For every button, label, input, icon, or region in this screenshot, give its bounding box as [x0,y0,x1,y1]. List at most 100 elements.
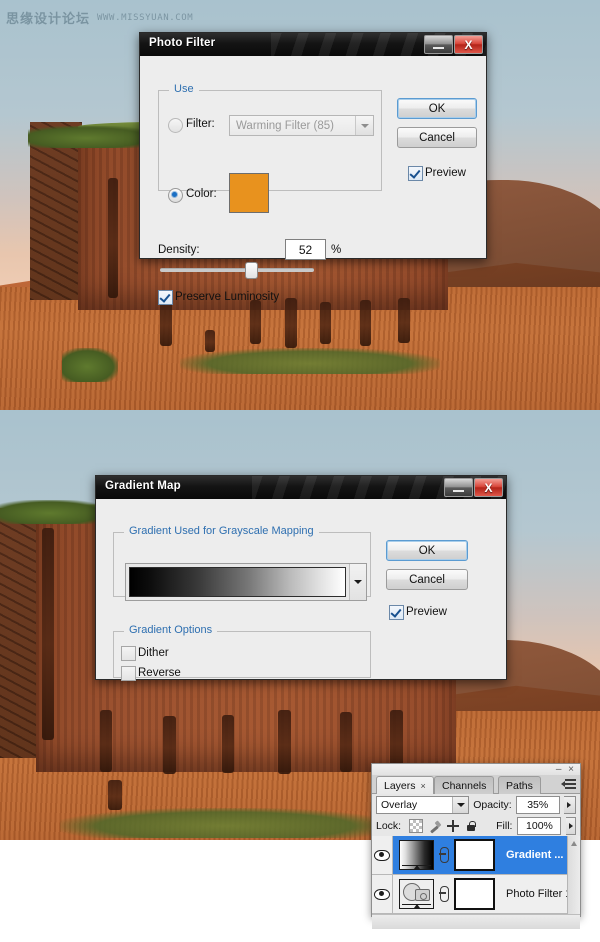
tab-paths[interactable]: Paths [498,776,541,794]
opacity-value: 35% [527,798,549,811]
chevron-down-icon[interactable] [452,796,469,813]
carved-letter [360,300,371,346]
photo-filter-titlebar[interactable]: Photo Filter X [140,33,486,56]
panel-menu-icon[interactable] [561,777,577,791]
fill-stepper[interactable] [566,816,576,835]
layer-visibility-toggle[interactable] [372,836,393,874]
lock-transparency-icon[interactable] [409,818,424,833]
lock-all-icon[interactable] [465,820,477,832]
window-buttons: X [424,35,483,54]
tab-layers[interactable]: Layers × [376,776,434,794]
photo-filter-dialog: Photo Filter X Use Filter: Warming Filte… [139,32,487,305]
carved-letter [250,300,261,344]
carved-letter [108,780,122,810]
carved-letter [108,178,118,298]
gradient-map-titlebar[interactable]: Gradient Map X [96,476,506,499]
density-slider-track[interactable] [160,268,314,272]
opacity-input[interactable]: 35% [515,795,560,814]
carved-letter [320,302,331,344]
bush [0,500,110,524]
filter-label: Filter: [186,118,215,130]
preserve-luminosity-label: Preserve Luminosity [175,291,280,303]
close-button[interactable]: X [474,478,503,497]
preview-label: Preview [406,606,447,618]
screenshot-stage: 思缘设计论坛 WWW.MISSYUAN.COM Photo Filter X U… [0,0,600,942]
panel-tab-row: Layers × Channels Paths [372,775,580,794]
lock-position-icon[interactable] [447,819,460,832]
tab-paths-label: Paths [506,779,533,792]
carved-letter [42,528,54,740]
carved-letter [285,298,297,348]
gradient-map-title: Gradient Map [105,480,181,492]
close-button[interactable]: X [454,35,483,54]
lock-image-icon[interactable] [429,820,441,832]
preview-checkbox[interactable] [389,605,404,620]
filter-select[interactable]: Warming Filter (85) [229,115,374,136]
eye-icon [374,849,390,861]
reverse-checkbox[interactable] [121,666,136,681]
gradient-groupbox-label: Gradient Used for Grayscale Mapping [124,525,319,537]
density-slider-knob[interactable] [245,262,258,279]
minimize-button[interactable] [444,478,473,497]
chevron-down-icon[interactable] [349,564,366,600]
ok-button[interactable]: OK [386,540,468,561]
window-buttons: X [444,478,503,497]
ok-button[interactable]: OK [397,98,477,119]
preview-checkbox[interactable] [408,166,423,181]
cancel-button[interactable]: Cancel [386,569,468,590]
tab-layers-label: Layers [384,779,416,792]
gradient-preview-bar [129,567,346,597]
layer-name: Photo Filter 1 [506,888,572,900]
density-input[interactable]: 52 [285,239,326,260]
carved-letter [398,298,410,343]
filter-radio[interactable] [168,118,183,133]
panel-topbar: – × [372,764,580,775]
panel-footer [372,914,580,929]
preserve-luminosity-checkbox[interactable] [158,290,173,305]
layers-scrollbar[interactable] [567,836,580,914]
table-row[interactable]: Photo Filter 1 [372,875,580,914]
tab-channels-label: Channels [442,779,487,792]
blend-mode-value: Overlay [381,798,418,811]
carved-letter [160,300,172,346]
fill-label: Fill: [496,819,513,832]
gradient-map-body: Gradient Used for Grayscale Mapping Grad… [96,499,506,681]
chevron-down-icon[interactable] [355,116,373,135]
layer-visibility-toggle[interactable] [372,875,393,913]
dither-label: Dither [138,647,169,659]
link-mask-icon[interactable] [438,883,450,905]
panel-window-controls[interactable]: – × [556,764,576,775]
density-label: Density: [158,244,200,256]
gradient-map-thumbnail[interactable] [399,840,434,870]
grass-patch [60,808,390,838]
fill-value: 100% [526,819,553,832]
filter-select-value: Warming Filter (85) [236,119,334,132]
color-swatch[interactable] [229,173,269,213]
carved-letter [340,712,352,772]
table-row[interactable]: Gradient ... [372,836,580,875]
eye-icon [374,888,390,900]
reverse-label: Reverse [138,667,181,679]
link-mask-icon[interactable] [438,844,450,866]
color-label: Color: [186,188,217,200]
blend-mode-row: Overlay Opacity: 35% [372,794,580,815]
tab-channels[interactable]: Channels [434,776,495,794]
carved-letter [163,716,176,774]
dither-checkbox[interactable] [121,646,136,661]
gradient-map-dialog: Gradient Map X Gradient Used for Graysca… [95,475,507,681]
blend-mode-select[interactable]: Overlay [376,795,470,814]
grass-patch [180,348,440,374]
layer-mask-thumbnail[interactable] [454,839,495,871]
layers-panel: – × Layers × Channels Paths Overlay Opac… [371,763,581,929]
photo-filter-thumbnail[interactable] [399,879,434,909]
color-radio[interactable] [168,188,183,203]
fill-input[interactable]: 100% [517,816,562,835]
minimize-button[interactable] [424,35,453,54]
close-icon[interactable]: × [421,781,426,791]
opacity-stepper[interactable] [563,795,576,814]
gradient-preview-select[interactable] [125,563,367,601]
cancel-button[interactable]: Cancel [397,127,477,148]
preview-label: Preview [425,167,466,179]
use-groupbox-label: Use [169,83,199,95]
layer-mask-thumbnail[interactable] [454,878,495,910]
